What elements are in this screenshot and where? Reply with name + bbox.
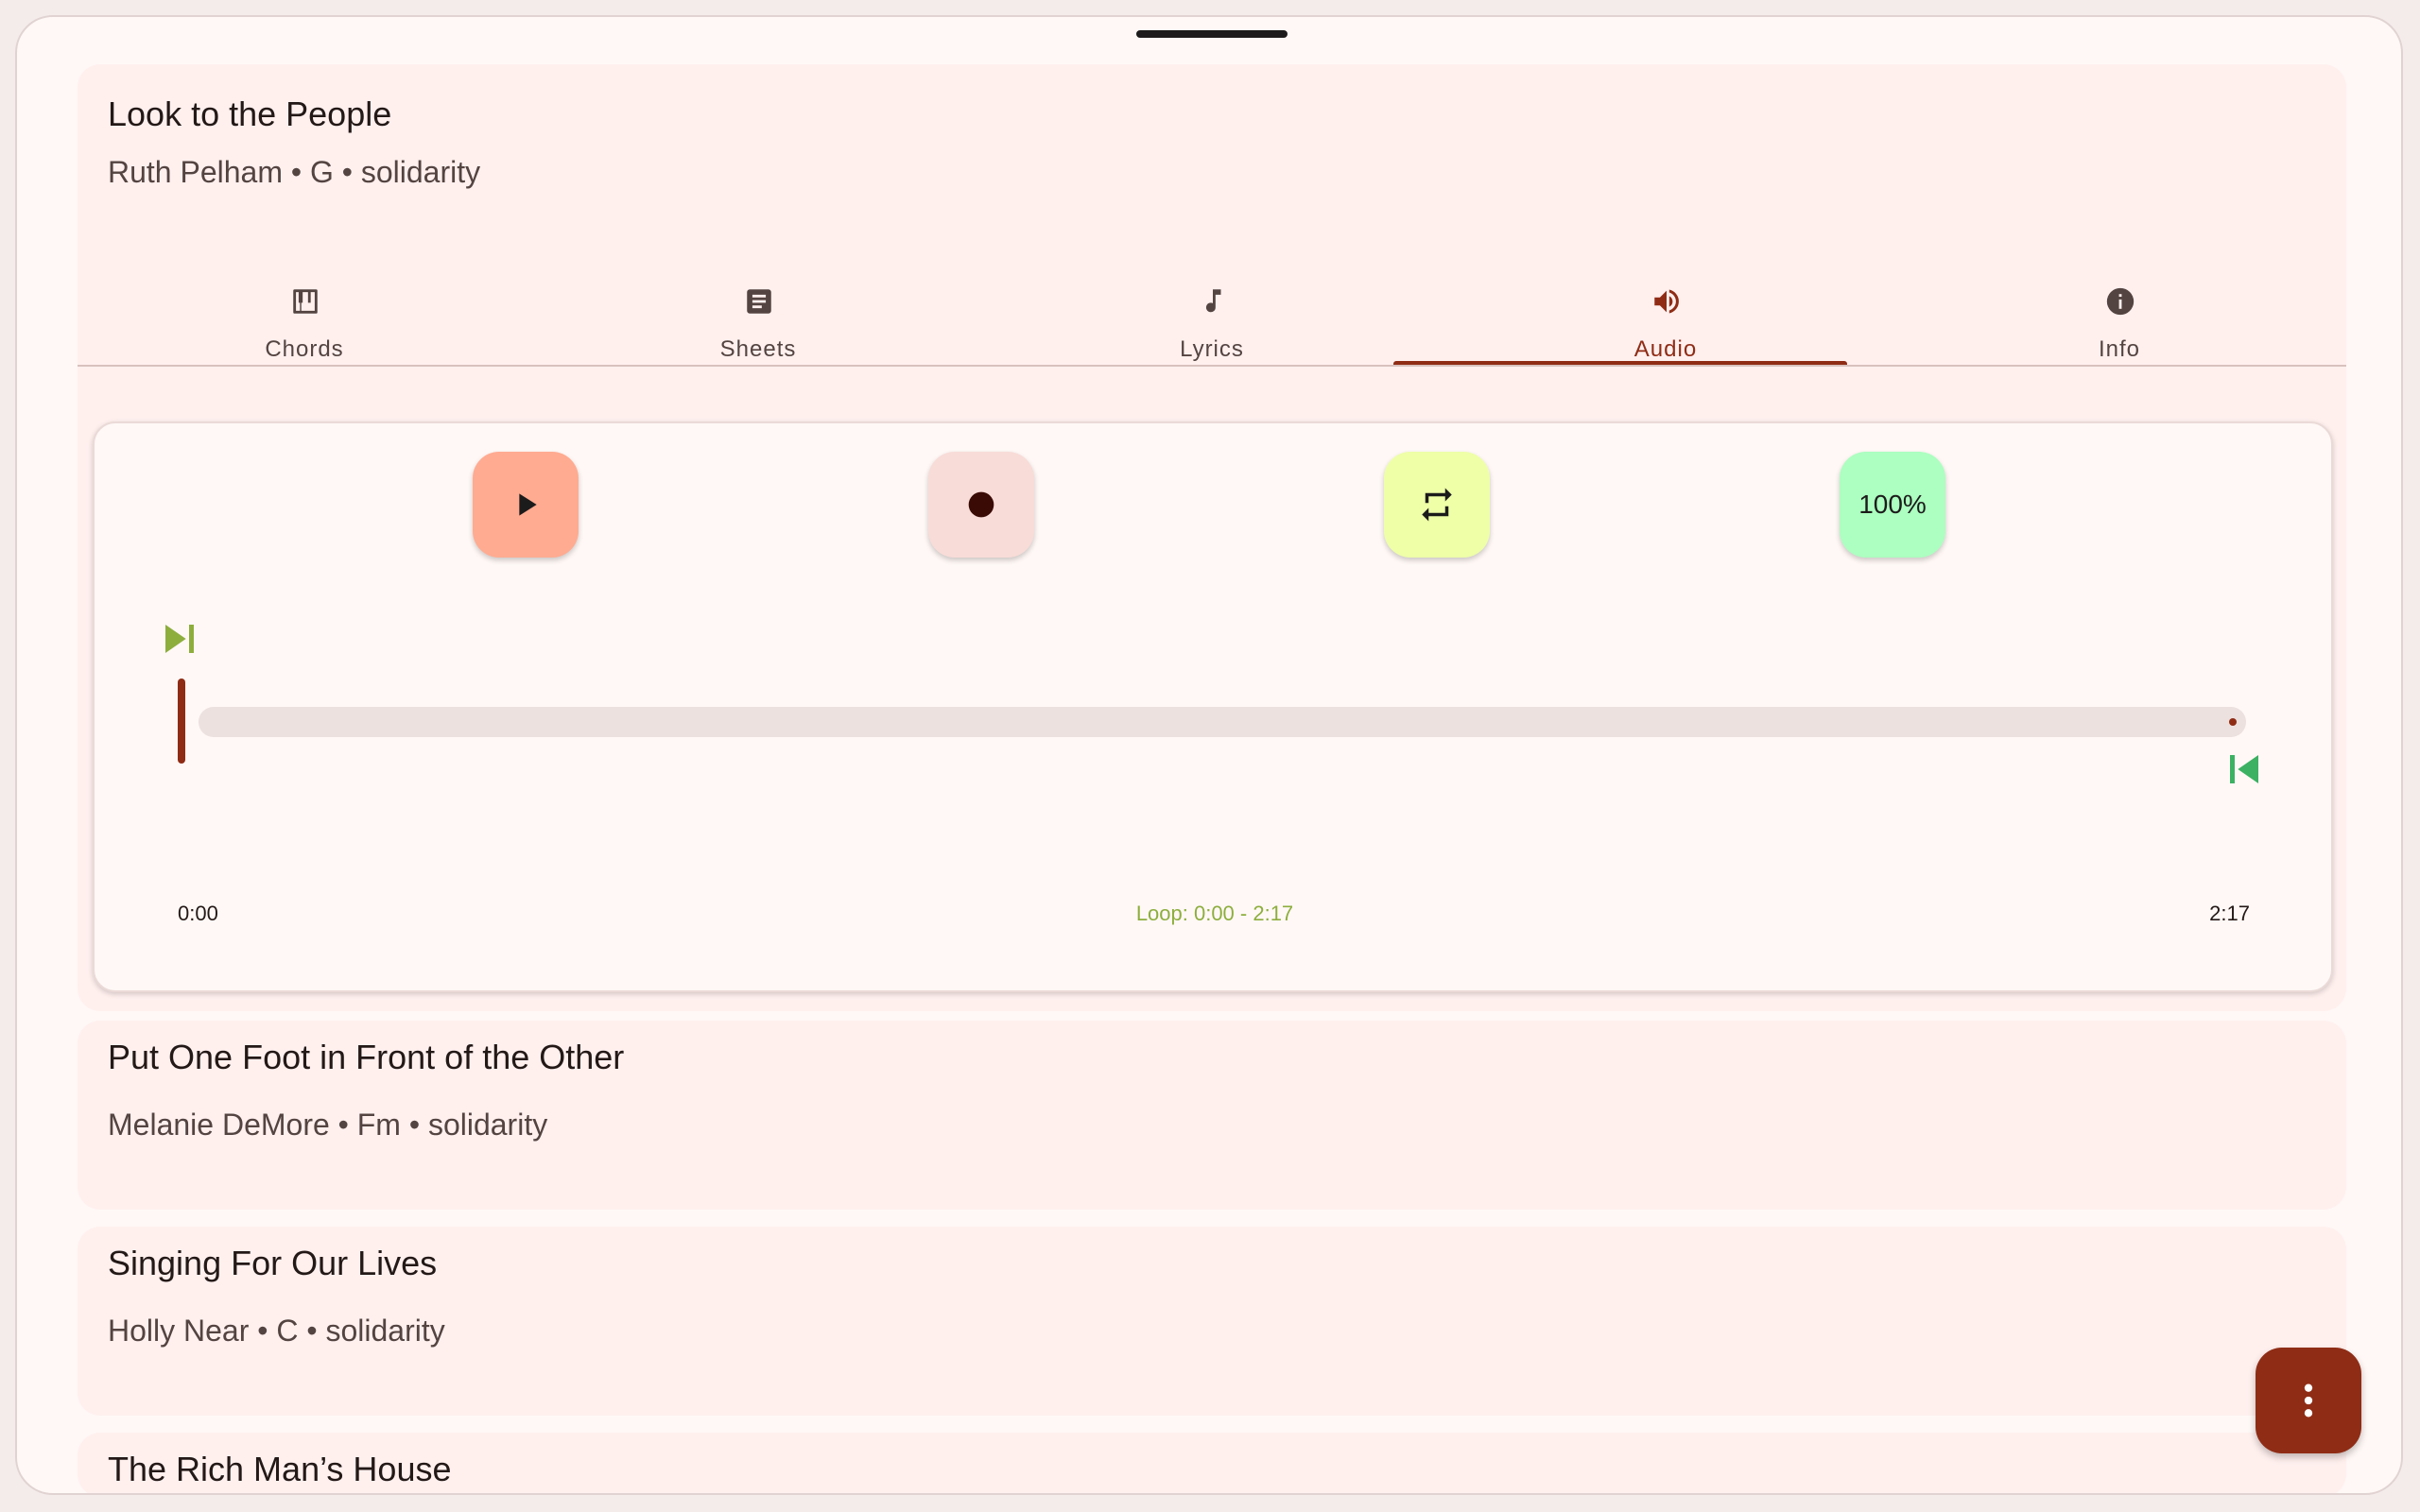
song-meta: Melanie DeMore • Fm • solidarity: [108, 1108, 548, 1142]
song-title: The Rich Man’s House: [108, 1450, 452, 1488]
more-options-button[interactable]: [2256, 1348, 2361, 1453]
record-icon: [968, 491, 994, 518]
loop-start-marker-icon[interactable]: [161, 620, 199, 658]
song-card[interactable]: Put One Foot in Front of the Other Melan…: [78, 1021, 2346, 1210]
tab-audio[interactable]: Audio: [1439, 244, 1893, 404]
tab-label: Info: [2098, 336, 2141, 362]
tab-info[interactable]: Info: [1893, 244, 2346, 404]
loop-button[interactable]: [1384, 452, 1490, 558]
more-vert-icon: [2304, 1383, 2313, 1418]
speed-label: 100%: [1858, 490, 1927, 519]
record-button[interactable]: [928, 452, 1034, 558]
song-title: Singing For Our Lives: [108, 1244, 438, 1282]
speed-button[interactable]: 100%: [1840, 452, 1945, 558]
drag-handle[interactable]: [1136, 30, 1288, 38]
song-title: Put One Foot in Front of the Other: [108, 1038, 625, 1076]
seekbar-end-dot: [2229, 718, 2237, 726]
repeat-icon: [1422, 488, 1452, 522]
piano-icon: [293, 289, 318, 314]
play-button[interactable]: [473, 452, 579, 558]
play-icon: [519, 493, 537, 516]
tab-sheets[interactable]: Sheets: [531, 244, 985, 404]
tab-chords[interactable]: Chords: [78, 244, 531, 404]
tab-label: Lyrics: [1180, 336, 1244, 362]
tab-lyrics[interactable]: Lyrics: [985, 244, 1439, 404]
tab-label: Chords: [265, 336, 344, 362]
loop-range-label: Loop: 0:00 - 2:17: [1135, 902, 1294, 925]
tab-bar: Chords Sheets Lyrics Audio Info: [78, 244, 2346, 404]
song-meta: Ruth Pelham • G • solidarity: [108, 155, 481, 189]
document-icon: [747, 289, 771, 314]
info-icon: [2106, 287, 2135, 316]
playhead[interactable]: [178, 679, 185, 764]
tab-label: Sheets: [719, 336, 797, 362]
bottom-sheet: Look to the People Ruth Pelham • G • sol…: [15, 15, 2403, 1495]
tab-label: Audio: [1634, 336, 1698, 362]
song-card[interactable]: Singing For Our Lives Holly Near • C • s…: [78, 1227, 2346, 1416]
loop-end-marker-icon[interactable]: [2225, 750, 2263, 788]
song-title: Look to the People: [108, 94, 392, 133]
song-meta: Holly Near • C • solidarity: [108, 1314, 445, 1348]
playback-seekbar[interactable]: [199, 707, 2246, 737]
tab-divider: [78, 365, 2346, 367]
audio-player-panel: 100% 0:00 Loop: 0:00 - 2:17 2:17: [93, 421, 2333, 992]
time-end: 2:17: [2209, 902, 2250, 925]
volume-icon: [1654, 289, 1679, 314]
music-note-icon: [1205, 289, 1221, 313]
song-card[interactable]: The Rich Man’s House: [78, 1433, 2346, 1493]
